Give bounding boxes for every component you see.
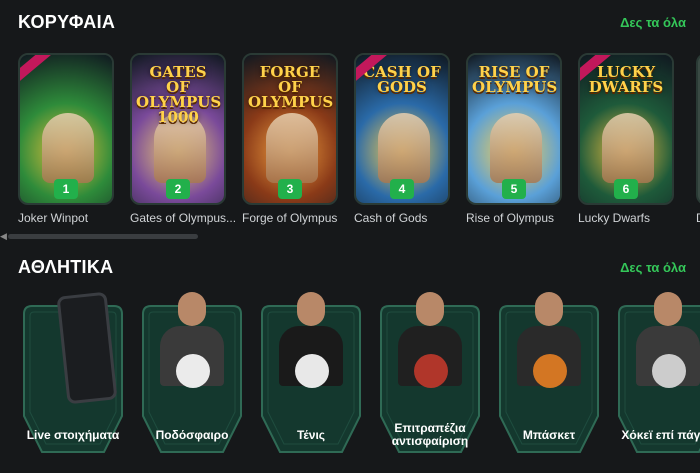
game-thumbnail[interactable]: LUCKY DWARFS 6: [578, 53, 674, 205]
game-card[interactable]: 1 Joker Winpot: [18, 53, 114, 225]
scroll-left-icon[interactable]: ◀: [0, 231, 7, 242]
game-name: Joker Winpot: [18, 211, 89, 225]
basketball-figure: [509, 292, 589, 402]
head: [535, 292, 563, 326]
rank-badge: 2: [166, 179, 190, 199]
head: [178, 292, 206, 326]
game-name: Lucky Dwarfs: [578, 211, 651, 225]
game-name: Rise of Olympus: [466, 211, 555, 225]
football-figure: [152, 292, 232, 402]
game-name: Forge of Olympus: [242, 211, 338, 225]
sport-label: Επιτραπέζια αντισφαίριση: [391, 421, 469, 448]
sport-card-tennis[interactable]: Τένις: [260, 292, 362, 454]
game-card[interactable]: FORGE OF OLYMPUS 3 Forge of Olympus: [242, 53, 338, 225]
rank-badge: 5: [502, 179, 526, 199]
game-character: [42, 113, 94, 183]
hockey-figure: [628, 292, 700, 402]
see-all-sports-link[interactable]: Δες τα όλα: [620, 260, 686, 275]
sport-label: Μπάσκετ: [522, 428, 576, 442]
sport-card-hockey[interactable]: Χόκεϊ επί πάγου: [617, 292, 700, 454]
game-thumbnail[interactable]: FORGE OF OLYMPUS 3: [242, 53, 338, 205]
game-character: [602, 113, 654, 183]
section-title-sports: ΑΘΛΗΤΙΚΑ: [18, 256, 114, 277]
top-games-carousel[interactable]: 1 Joker Winpot GATES OF OLYMPUS 1000 2 Gates…: [18, 53, 700, 233]
see-all-top-link[interactable]: Δες τα όλα: [620, 15, 686, 30]
partial-game-name: D: [696, 211, 700, 225]
pingpong-figure: [390, 292, 470, 402]
game-thumbnail[interactable]: RISE OF OLYMPUS 5: [466, 53, 562, 205]
partial-game-card[interactable]: [696, 53, 700, 205]
head: [654, 292, 682, 326]
sport-ball: [295, 354, 329, 388]
sport-label: Τένις: [296, 428, 326, 442]
sport-label: Ποδόσφαιρο: [155, 428, 229, 442]
rank-badge: 6: [614, 179, 638, 199]
sport-label: Live στοιχήματα: [26, 428, 120, 442]
sport-ball: [414, 354, 448, 388]
sport-ball: [533, 354, 567, 388]
head: [416, 292, 444, 326]
game-logo: LUCKY DWARFS: [588, 63, 664, 96]
sport-ball: [652, 354, 686, 388]
tennis-figure: [271, 292, 351, 402]
game-thumbnail[interactable]: GATES OF OLYMPUS 1000 2: [130, 53, 226, 205]
game-character: [378, 113, 430, 183]
game-logo: GATES OF OLYMPUS 1000: [136, 63, 222, 126]
game-card[interactable]: CASH OF GODS 4 Cash of Gods: [354, 53, 450, 225]
game-card[interactable]: RISE OF OLYMPUS 5 Rise of Olympus: [466, 53, 562, 225]
game-thumbnail[interactable]: CASH OF GODS 4: [354, 53, 450, 205]
sports-header: ΑΘΛΗΤΙΚΑ Δες τα όλα: [18, 255, 686, 279]
game-name: Gates of Olympus...: [130, 211, 237, 225]
game-character: [266, 113, 318, 183]
sport-card-basketball[interactable]: Μπάσκετ: [498, 292, 600, 454]
rank-badge: 3: [278, 179, 302, 199]
carousel-scrollbar[interactable]: [8, 234, 198, 239]
sport-card-pingpong[interactable]: Επιτραπέζια αντισφαίριση: [379, 292, 481, 454]
game-character: [490, 113, 542, 183]
sport-label: Χόκεϊ επί πάγου: [621, 428, 700, 442]
game-card[interactable]: GATES OF OLYMPUS 1000 2 Gates of Olympus..…: [130, 53, 236, 225]
section-title-top: ΚΟΡΥΦΑΙΑ: [18, 11, 116, 32]
game-thumbnail[interactable]: 1: [18, 53, 114, 205]
game-name: Cash of Gods: [354, 211, 428, 225]
rank-badge: 1: [54, 179, 78, 199]
sport-ball: [176, 354, 210, 388]
sport-card-football[interactable]: Ποδόσφαιρο: [141, 292, 243, 454]
head: [297, 292, 325, 326]
game-logo: RISE OF OLYMPUS: [472, 63, 558, 96]
game-logo: FORGE OF OLYMPUS: [248, 63, 334, 111]
top-games-header: ΚΟΡΥΦΑΙΑ Δες τα όλα: [18, 10, 686, 34]
sport-card-phone[interactable]: Live στοιχήματα: [22, 291, 124, 454]
rank-badge: 4: [390, 179, 414, 199]
game-card[interactable]: LUCKY DWARFS 6 Lucky Dwarfs: [578, 53, 674, 225]
game-logo: CASH OF GODS: [363, 63, 441, 96]
